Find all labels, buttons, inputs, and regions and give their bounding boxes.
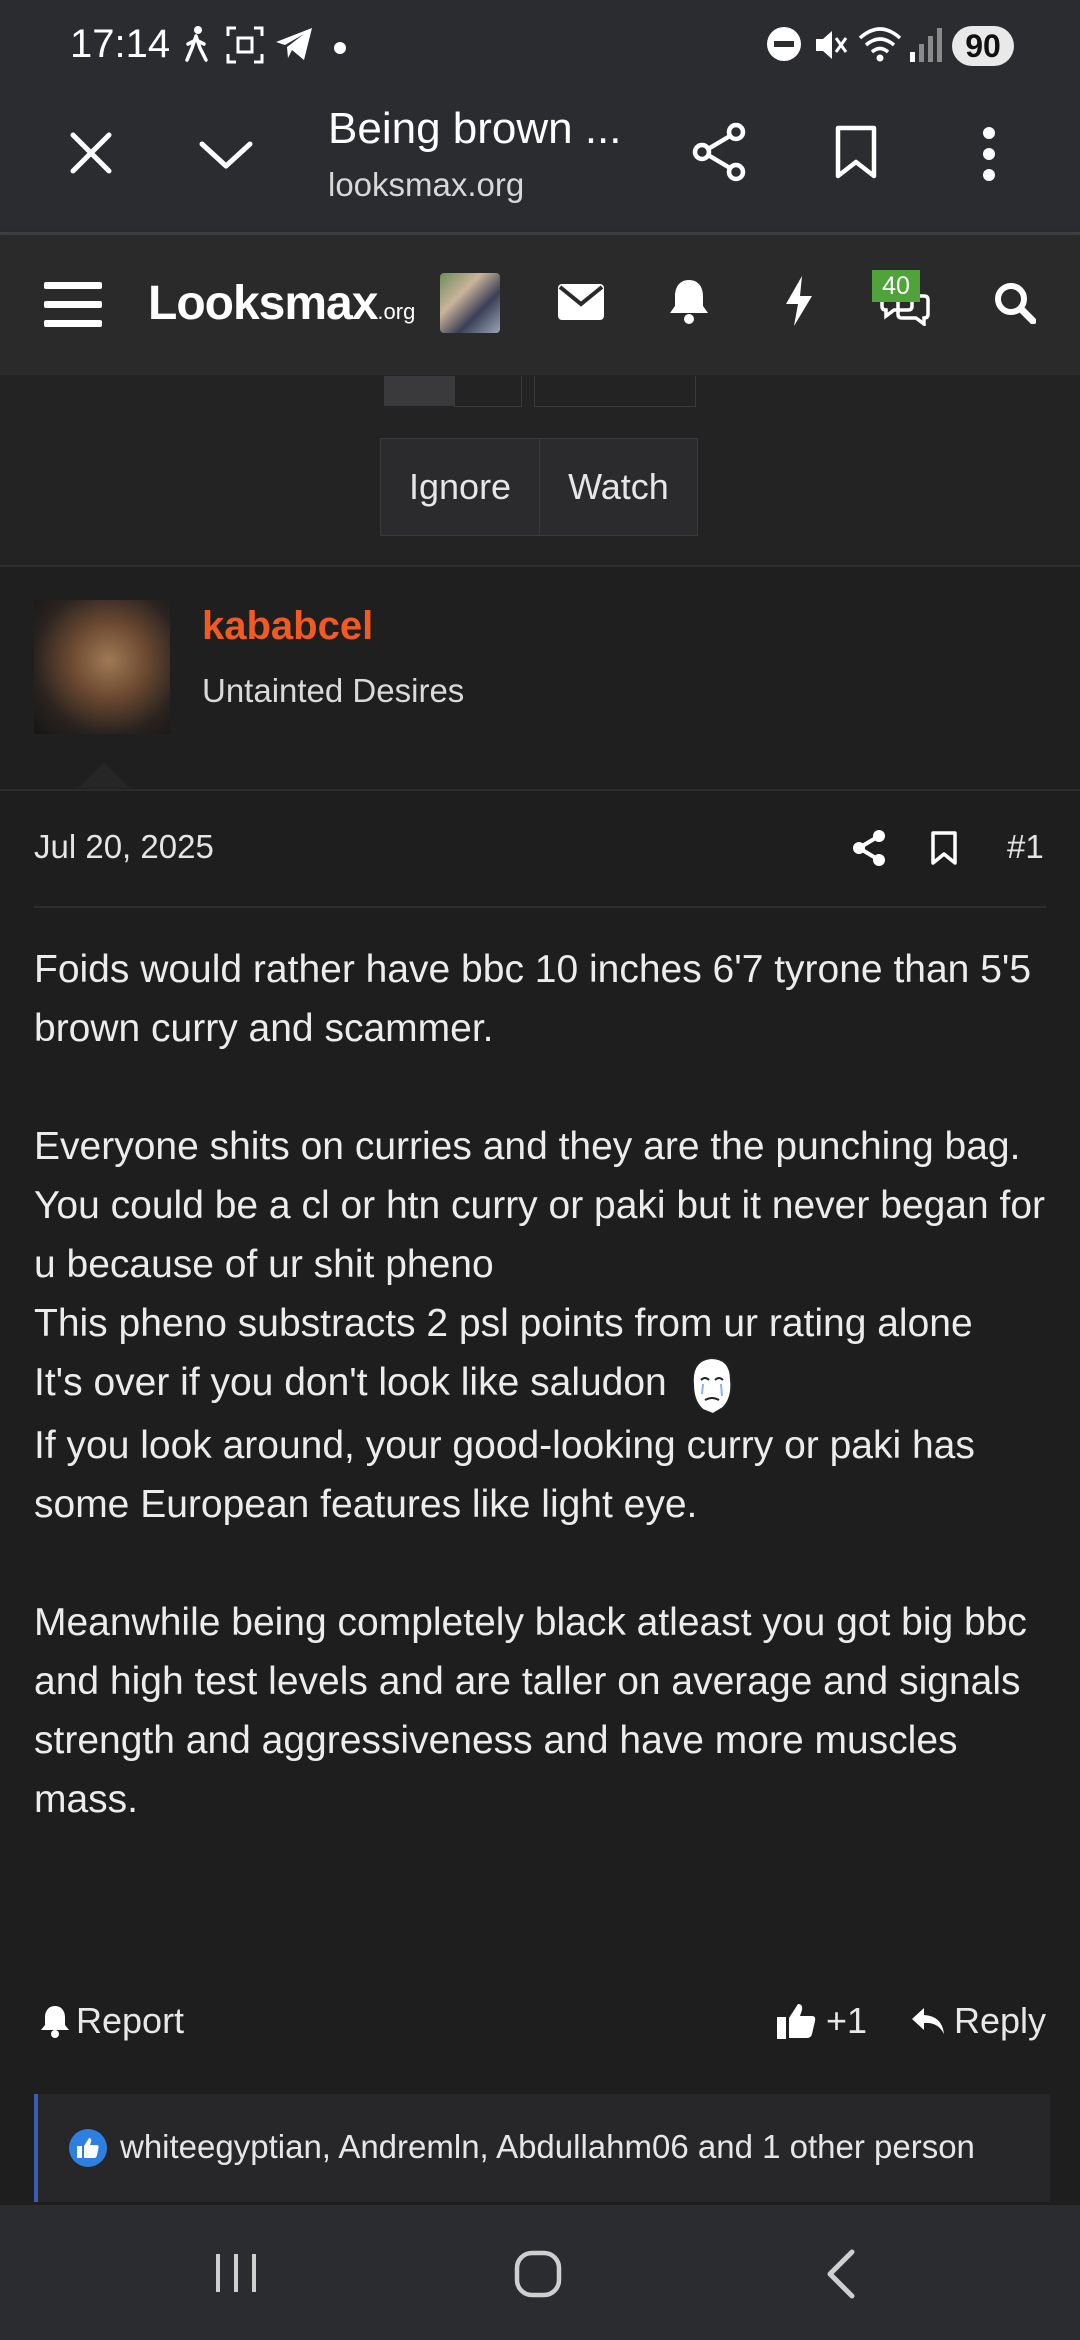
post-body: Foids would rather have bbc 10 inches 6'… xyxy=(34,940,1054,1829)
pagination-stub-active[interactable] xyxy=(384,376,454,406)
mail-icon[interactable] xyxy=(558,284,604,320)
home-icon[interactable] xyxy=(514,2250,562,2298)
logo-main: Looksmax xyxy=(148,277,378,330)
reply-button[interactable]: Reply xyxy=(910,2000,1046,2042)
report-button[interactable]: Report xyxy=(40,2000,184,2042)
thumbs-up-icon xyxy=(776,2002,816,2040)
post-divider xyxy=(34,906,1046,908)
mute-icon xyxy=(812,26,850,64)
author-caret xyxy=(78,762,130,788)
wifi-icon xyxy=(858,26,902,64)
author-avatar[interactable] xyxy=(34,600,170,734)
browser-page-title[interactable]: Being brown ... xyxy=(328,104,622,154)
dnd-icon xyxy=(766,26,802,62)
pagination-stub[interactable] xyxy=(454,376,522,407)
post-share-icon[interactable] xyxy=(852,830,886,866)
browser-domain[interactable]: looksmax.org xyxy=(328,166,524,204)
reactions-list[interactable]: whiteegyptian, Andremln, Abdullahm06 and… xyxy=(120,2128,975,2166)
dot-icon xyxy=(334,42,346,54)
battery-indicator: 90 xyxy=(952,26,1014,66)
status-time: 17:14 xyxy=(70,22,171,66)
close-icon[interactable] xyxy=(68,130,114,176)
post-paragraph: If you look around, your good-looking cu… xyxy=(34,1423,975,1526)
post-paragraph: This pheno substracts 2 psl points from … xyxy=(34,1302,973,1345)
signal-icon xyxy=(910,26,942,62)
chat-badge: 40 xyxy=(872,270,920,302)
thread-action-group: Ignore Watch xyxy=(380,438,698,536)
chevron-down-icon[interactable] xyxy=(198,138,254,172)
like-button[interactable]: +1 xyxy=(776,2000,867,2042)
bell-icon[interactable] xyxy=(668,278,710,324)
telegram-icon xyxy=(274,26,314,62)
pagination-stub-wide[interactable] xyxy=(534,376,696,407)
like-reaction-icon xyxy=(68,2128,108,2168)
post-bookmark-icon[interactable] xyxy=(930,830,958,866)
user-avatar[interactable] xyxy=(440,273,500,333)
author-name[interactable]: kababcel xyxy=(202,604,373,649)
post-paragraph: Meanwhile being completely black atleast… xyxy=(34,1600,1027,1821)
screenshot-icon xyxy=(226,26,264,64)
post-paragraph: Foids would rather have bbc 10 inches 6'… xyxy=(34,948,1032,1050)
author-user-title: Untainted Desires xyxy=(202,672,465,709)
post-paragraph: You could be a cl or htn curry or paki b… xyxy=(34,1184,1045,1286)
reply-arrow-icon xyxy=(910,2006,946,2036)
like-count: +1 xyxy=(826,2000,868,2041)
logo-suffix: .org xyxy=(377,299,416,324)
crying-wojak-icon xyxy=(685,1354,737,1416)
menu-icon[interactable] xyxy=(44,280,102,328)
post-paragraph-with-emoji: It's over if you don't look like saludon xyxy=(34,1353,1054,1416)
lightning-icon[interactable] xyxy=(784,276,814,326)
post-number[interactable]: #1 xyxy=(1007,828,1044,866)
back-icon[interactable] xyxy=(824,2248,856,2300)
reply-label: Reply xyxy=(954,2000,1047,2041)
walk-icon xyxy=(184,26,210,62)
site-logo[interactable]: Looksmax.org xyxy=(148,276,415,331)
status-bar: 17:14 90 xyxy=(0,0,1080,100)
bell-icon xyxy=(40,2004,70,2038)
more-vert-icon[interactable] xyxy=(982,126,996,182)
post-date[interactable]: Jul 20, 2025 xyxy=(34,828,214,866)
bookmark-icon[interactable] xyxy=(834,124,878,180)
search-icon[interactable] xyxy=(994,282,1036,324)
recents-icon[interactable] xyxy=(214,2252,258,2294)
watch-button[interactable]: Watch xyxy=(539,439,697,535)
post-line: It's over if you don't look like saludon xyxy=(34,1361,667,1404)
ignore-button[interactable]: Ignore xyxy=(381,439,540,535)
report-label: Report xyxy=(76,2000,185,2041)
share-icon[interactable] xyxy=(692,122,748,182)
post-paragraph: Everyone shits on curries and they are t… xyxy=(34,1125,1021,1168)
